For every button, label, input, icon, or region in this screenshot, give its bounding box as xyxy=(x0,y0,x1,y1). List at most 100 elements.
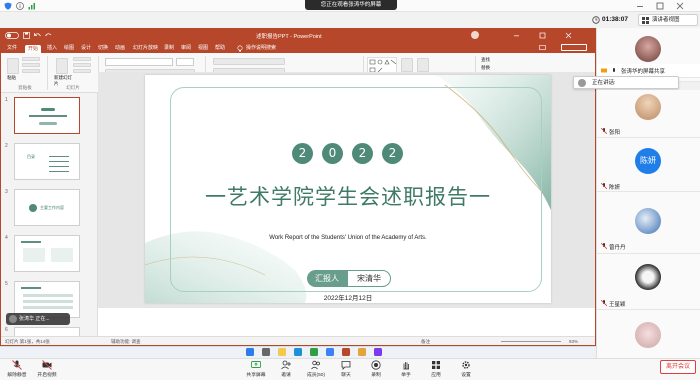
file-explorer-icon[interactable] xyxy=(278,348,286,356)
reset-button[interactable] xyxy=(73,63,91,67)
members-button[interactable]: 成员(50) xyxy=(301,360,331,378)
year-digit: 2 xyxy=(292,143,313,164)
section-button[interactable] xyxy=(73,69,91,73)
apps-button[interactable]: 应用 xyxy=(421,360,451,378)
accessibility-status[interactable]: 辅助功能: 调查 xyxy=(111,337,141,345)
share-button[interactable] xyxy=(561,44,587,51)
tab-view[interactable]: 视图 xyxy=(198,44,208,52)
format-painter-button[interactable] xyxy=(22,69,40,73)
signal-icon xyxy=(28,2,36,10)
participant-tile[interactable]: 曾丹丹 xyxy=(597,192,700,254)
settings-button[interactable]: 设置 xyxy=(451,360,481,378)
powerpoint-icon[interactable] xyxy=(342,348,350,356)
maximize-icon[interactable] xyxy=(656,2,664,10)
slide-thumbnail-2[interactable]: 目录 xyxy=(14,143,80,180)
slide-thumbnail-1[interactable] xyxy=(14,97,80,134)
presenter-notification[interactable]: 张涛华 正在... xyxy=(6,313,70,325)
notification-text: 张涛华 正在... xyxy=(19,316,50,322)
app-icon[interactable] xyxy=(358,348,366,356)
tab-insert[interactable]: 插入 xyxy=(47,44,57,52)
raise-hand-button[interactable]: 举手 xyxy=(391,360,421,378)
paragraph-row-1[interactable] xyxy=(213,58,285,65)
participant-tile[interactable]: 张阳 xyxy=(597,90,700,138)
meeting-timer: 01:38:07 xyxy=(602,16,629,23)
start-video-button[interactable]: 开启视频 xyxy=(32,360,62,378)
arrange-button[interactable] xyxy=(401,58,413,72)
font-size-select[interactable] xyxy=(176,58,194,66)
undo-icon[interactable] xyxy=(34,32,41,39)
tab-design[interactable]: 设计 xyxy=(81,44,91,52)
paste-button[interactable] xyxy=(7,58,19,74)
slide-title: 一艺术学院学生会述职报告一 xyxy=(205,185,491,209)
tab-file[interactable]: 文件 xyxy=(7,44,17,52)
group-slides: 幻灯片 xyxy=(66,85,80,90)
tell-me-search[interactable]: 操作说明搜索 xyxy=(246,44,276,52)
app-icon[interactable] xyxy=(310,348,318,356)
chat-button[interactable]: 聊天 xyxy=(331,360,361,378)
record-button[interactable]: 录制 xyxy=(361,360,391,378)
participant-tile[interactable]: 王星颖 xyxy=(597,254,700,310)
quick-styles-button[interactable] xyxy=(417,58,429,72)
leave-meeting-button[interactable]: 离开会议 xyxy=(660,360,696,374)
ppt-maximize-icon[interactable] xyxy=(539,32,546,39)
avatar[interactable] xyxy=(471,31,479,39)
tab-review[interactable]: 审阅 xyxy=(181,44,191,52)
redo-icon[interactable] xyxy=(45,32,52,39)
info-icon[interactable] xyxy=(16,2,24,10)
year-digit: 0 xyxy=(322,143,343,164)
tab-slideshow[interactable]: 幻灯片放映 xyxy=(133,44,158,52)
minimize-icon[interactable] xyxy=(636,2,644,10)
current-slide[interactable]: 2 0 2 2 一艺术学院学生会述职报告一 Work Report of the… xyxy=(145,75,551,303)
mic-muted-icon xyxy=(601,183,607,189)
close-icon[interactable] xyxy=(676,2,684,10)
tab-animations[interactable]: 动画 xyxy=(115,44,125,52)
shield-icon xyxy=(4,2,12,10)
slide-thumbnail-4[interactable] xyxy=(14,235,80,272)
comment-icon[interactable] xyxy=(539,45,546,51)
ppt-minimize-icon[interactable] xyxy=(513,32,520,39)
unmute-button[interactable]: 解除静音 xyxy=(2,360,32,378)
tab-transitions[interactable]: 切换 xyxy=(98,44,108,52)
slide-thumbnail-3[interactable]: 主要工作内容 xyxy=(14,189,80,226)
tab-record[interactable]: 录制 xyxy=(164,44,174,52)
tab-draw[interactable]: 绘图 xyxy=(64,44,74,52)
ppt-close-icon[interactable] xyxy=(565,32,572,39)
slide-subtitle: Work Report of the Students' Union of th… xyxy=(269,235,427,241)
slide-date: 2022年12月12日 xyxy=(323,295,373,302)
avatar xyxy=(635,36,661,62)
zoom-level[interactable]: 93% xyxy=(569,337,578,345)
replace-button[interactable]: 替换 xyxy=(481,65,490,71)
slide-counter: 幻灯片 第1张，共14张 xyxy=(5,339,50,344)
app-icon[interactable] xyxy=(374,348,382,356)
ribbon-tab-strip: 文件 开始 插入 绘图 设计 切换 动画 幻灯片放映 录制 审阅 视图 帮助 操… xyxy=(1,42,595,53)
font-family-select[interactable] xyxy=(105,58,173,66)
avatar: 陈妍 xyxy=(635,148,661,174)
share-status-banner[interactable]: 您正在观看张涛华的屏幕 xyxy=(305,0,397,10)
participant-tile[interactable] xyxy=(597,310,700,358)
members-icon xyxy=(311,360,321,370)
meeting-app-icon[interactable] xyxy=(326,348,334,356)
participant-tile[interactable]: 陈妍 陈妍 xyxy=(597,138,700,192)
start-video-label: 开启视频 xyxy=(37,373,57,378)
edge-icon[interactable] xyxy=(294,348,302,356)
new-slide-button[interactable] xyxy=(56,58,68,74)
slide-number: 3 xyxy=(5,189,8,195)
cut-button[interactable] xyxy=(22,57,40,61)
reporter-name: 宋清华 xyxy=(347,270,391,287)
share-screen-button[interactable]: 共享屏幕 xyxy=(241,360,271,378)
avatar xyxy=(635,322,661,348)
save-icon[interactable] xyxy=(23,32,30,39)
tab-help[interactable]: 帮助 xyxy=(215,44,225,52)
notes-button[interactable]: 备注 xyxy=(421,337,430,345)
autosave-toggle[interactable] xyxy=(5,32,19,39)
tab-home[interactable]: 开始 xyxy=(25,45,42,53)
reporter-label: 汇报人 xyxy=(307,270,347,287)
search-icon[interactable] xyxy=(262,348,270,356)
invite-button[interactable]: 邀请 xyxy=(271,360,301,378)
start-icon[interactable] xyxy=(246,348,254,356)
copy-button[interactable] xyxy=(22,63,40,67)
zoom-slider[interactable] xyxy=(501,341,561,342)
find-button[interactable]: 查找 xyxy=(481,57,490,63)
layout-button[interactable] xyxy=(73,57,91,61)
speaker-view-button[interactable]: 演讲者视图 xyxy=(638,14,698,26)
